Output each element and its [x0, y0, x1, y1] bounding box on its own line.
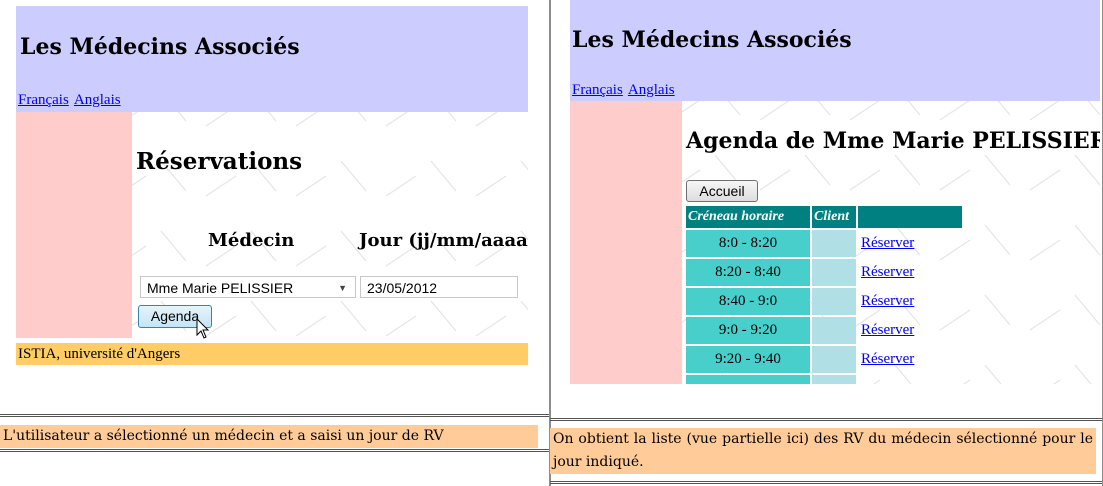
dropdown-arrow-icon: ▼	[338, 283, 347, 293]
date-input[interactable]: 23/05/2012	[360, 276, 518, 298]
slot-cell: 8:0 - 8:20	[686, 230, 810, 257]
column-jour-label: Jour (jj/mm/aaaa)	[359, 230, 528, 251]
home-button[interactable]: Accueil	[686, 180, 758, 202]
client-cell	[812, 346, 856, 373]
left-sidebar	[16, 112, 132, 338]
link-francais[interactable]: Français	[572, 82, 623, 98]
reserve-link[interactable]: Réserver	[861, 264, 914, 280]
table-row: 8:20 - 8:40 Réserver	[686, 259, 962, 286]
client-cell	[812, 259, 856, 286]
action-cell: Réserver	[858, 230, 962, 257]
link-anglais[interactable]: Anglais	[628, 82, 675, 98]
agenda-button[interactable]: Agenda	[138, 305, 212, 328]
page-footer: ISTIA, université d'Angers	[16, 343, 528, 365]
left-caption-text: L'utilisateur a sélectionné un médecin e…	[0, 425, 538, 448]
slot-cell: 8:40 - 9:0	[686, 288, 810, 315]
page-title: Réservations	[136, 148, 303, 175]
screenshot-agenda: Les Médecins Associés Français Anglais A…	[570, 0, 1100, 384]
reserve-link[interactable]: Réserver	[861, 293, 914, 309]
table-header-row: Créneau horaire Client	[686, 206, 962, 228]
site-header: Les Médecins Associés Français Anglais	[16, 6, 528, 112]
table-row: 9:20 - 9:40 Réserver	[686, 346, 962, 373]
agenda-table: Créneau horaire Client 8:0 - 8:20 Réserv…	[684, 204, 964, 384]
column-client-header: Client	[812, 206, 856, 228]
action-cell: Réserver	[858, 288, 962, 315]
left-panel: Les Médecins Associés Français Anglais R…	[0, 0, 551, 486]
agenda-title: Agenda de Mme Marie PELISSIER	[686, 128, 1100, 154]
action-cell: Réserver	[858, 346, 962, 373]
column-action-header	[858, 206, 962, 228]
site-title: Les Médecins Associés	[20, 34, 300, 60]
client-cell	[812, 317, 856, 344]
slot-cell: 9:20 - 9:40	[686, 346, 810, 373]
site-header: Les Médecins Associés Français Anglais	[570, 0, 1100, 101]
doctor-select-value: Mme Marie PELISSIER	[147, 280, 294, 296]
table-row: 9:0 - 9:20 Réserver	[686, 317, 962, 344]
table-row	[686, 375, 962, 384]
table-row: 8:40 - 9:0 Réserver	[686, 288, 962, 315]
client-cell	[812, 230, 856, 257]
client-cell	[812, 375, 856, 384]
action-cell: Réserver	[858, 259, 962, 286]
action-cell: Réserver	[858, 317, 962, 344]
reserve-link[interactable]: Réserver	[861, 235, 914, 251]
slot-cell: 9:0 - 9:20	[686, 317, 810, 344]
right-caption: On obtient la liste (vue partielle ici) …	[550, 418, 1102, 484]
column-medecin-label: Médecin	[208, 230, 295, 251]
left-caption: L'utilisateur a sélectionné un médecin e…	[0, 414, 550, 452]
table-row: 8:0 - 8:20 Réserver	[686, 230, 962, 257]
link-anglais[interactable]: Anglais	[74, 92, 121, 108]
right-caption-text: On obtient la liste (vue partielle ici) …	[550, 428, 1096, 474]
client-cell	[812, 288, 856, 315]
doctor-select[interactable]: Mme Marie PELISSIER ▼	[140, 276, 356, 298]
reserve-link[interactable]: Réserver	[861, 322, 914, 338]
language-links: Français Anglais	[18, 89, 121, 109]
slot-cell: 8:20 - 8:40	[686, 259, 810, 286]
reserve-link[interactable]: Réserver	[861, 351, 914, 367]
left-sidebar	[570, 101, 682, 384]
column-creneau-header: Créneau horaire	[686, 206, 810, 228]
screenshot-reservations: Les Médecins Associés Français Anglais R…	[16, 6, 528, 371]
slot-cell	[686, 375, 810, 384]
right-panel: Les Médecins Associés Français Anglais A…	[549, 0, 1103, 486]
link-francais[interactable]: Français	[18, 92, 69, 108]
action-cell	[858, 375, 962, 384]
language-links: Français Anglais	[572, 79, 675, 99]
site-title: Les Médecins Associés	[572, 27, 852, 53]
